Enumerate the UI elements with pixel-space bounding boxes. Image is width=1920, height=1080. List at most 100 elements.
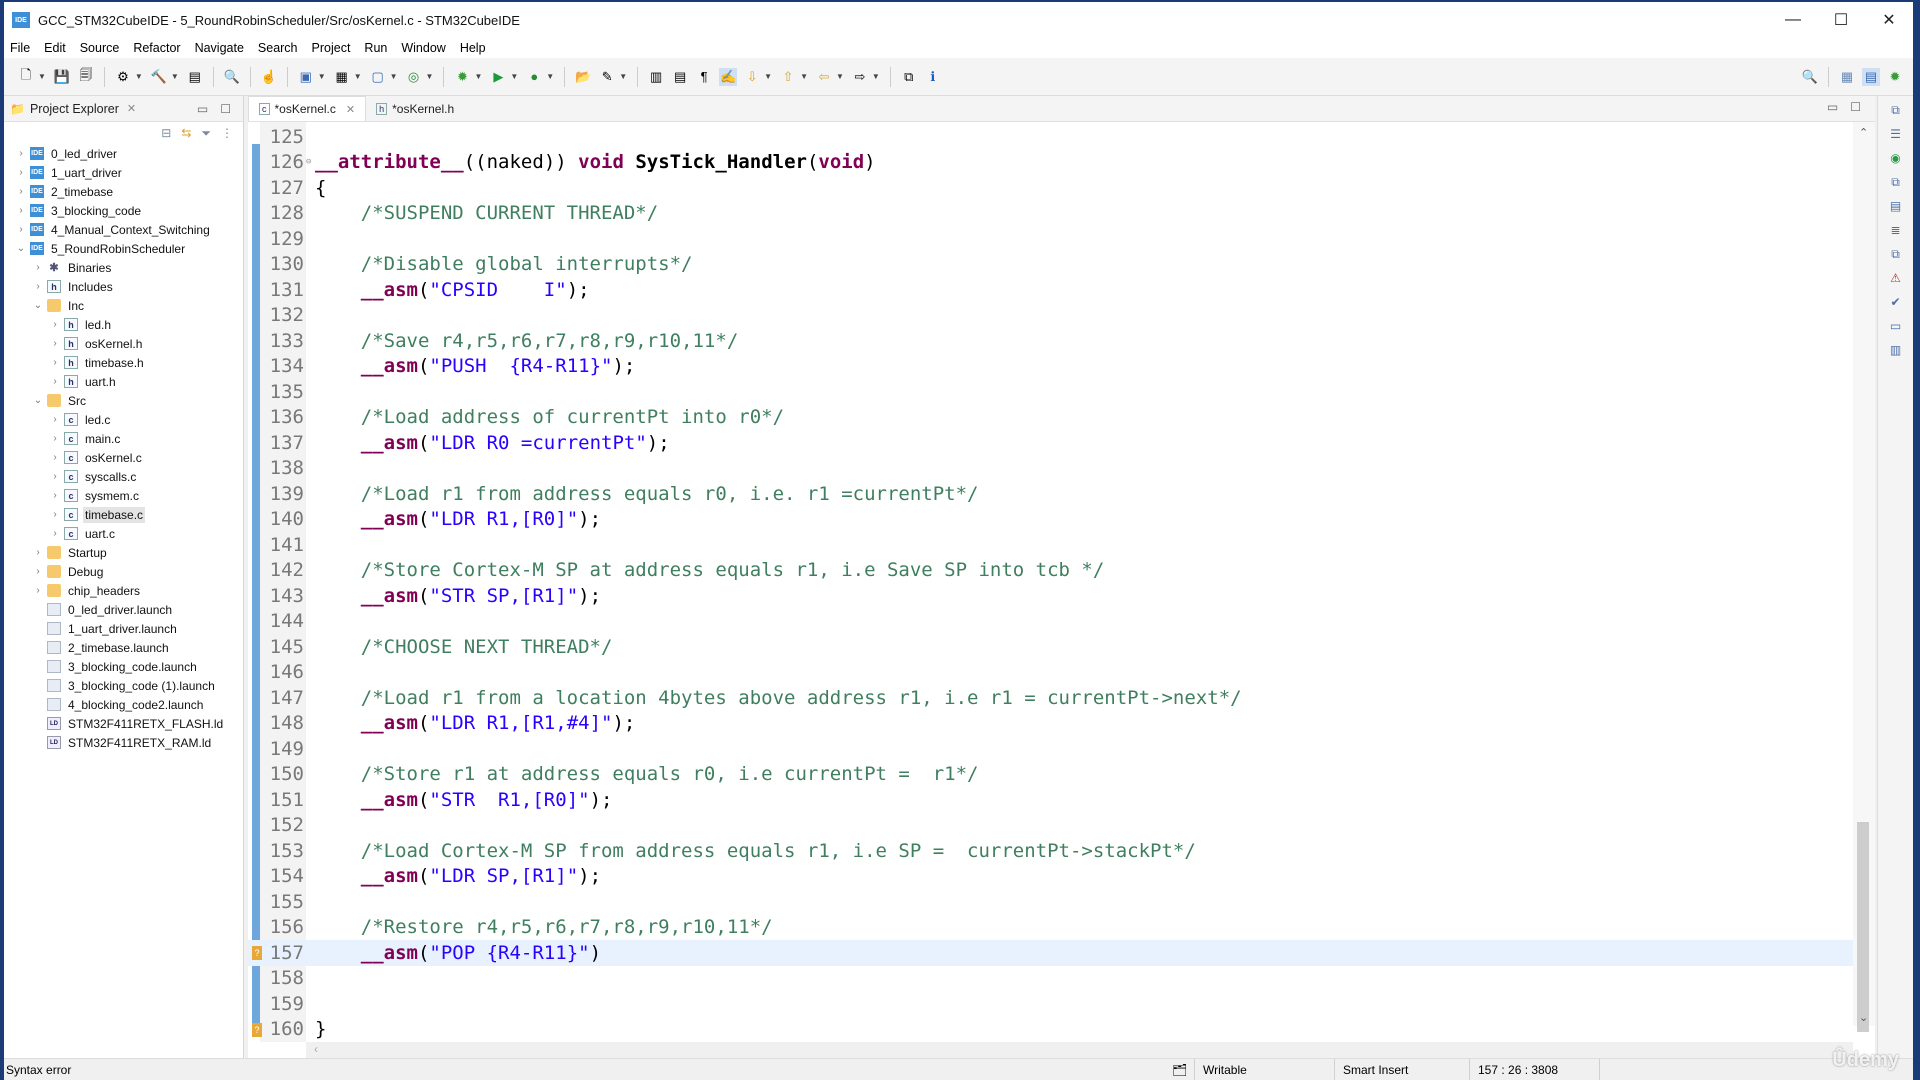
tree-item[interactable]: › c main.c xyxy=(4,429,243,448)
debug-bug-icon[interactable]: ✹ xyxy=(453,68,471,86)
tree-item[interactable]: › c syscalls.c xyxy=(4,467,243,486)
insert-mode-status[interactable]: Smart Insert xyxy=(1334,1059,1469,1080)
tree-item[interactable]: › IDE 4_Manual_Context_Switching xyxy=(4,220,243,239)
code-line[interactable]: 150 /*Store r1 at address equals r0, i.e… xyxy=(248,762,1853,788)
tree-item[interactable]: LD STM32F411RETX_RAM.ld xyxy=(4,733,243,752)
back-dropdown-icon[interactable]: ▼ xyxy=(836,72,844,81)
highlight-icon[interactable]: ✍ xyxy=(719,67,738,86)
chevron-right-icon[interactable]: › xyxy=(48,528,62,539)
debug-bug-dropdown-icon[interactable]: ▼ xyxy=(474,72,482,81)
maximize-view-icon[interactable]: ☐ xyxy=(220,102,231,116)
chevron-right-icon[interactable]: › xyxy=(14,186,28,197)
new-c-file-dropdown-icon[interactable]: ▼ xyxy=(390,72,398,81)
tree-item[interactable]: › Startup xyxy=(4,543,243,562)
new-c-project-dropdown-icon[interactable]: ▼ xyxy=(318,72,326,81)
layout-icon[interactable]: ▥ xyxy=(1888,342,1904,358)
memory-icon[interactable]: ▤ xyxy=(1888,198,1904,214)
maximize-button[interactable]: ☐ xyxy=(1817,2,1865,38)
back-icon[interactable]: ⇦ xyxy=(815,68,833,86)
sfr-icon[interactable]: ≣ xyxy=(1888,222,1904,238)
tree-item[interactable]: › c osKernel.c xyxy=(4,448,243,467)
close-button[interactable]: ✕ xyxy=(1865,2,1913,38)
debug-perspective-icon[interactable]: ✹ xyxy=(1886,68,1904,86)
chevron-right-icon[interactable]: › xyxy=(48,357,62,368)
menu-project[interactable]: Project xyxy=(312,41,351,55)
code-line[interactable]: 125 xyxy=(248,124,1853,150)
pilcrow-icon[interactable]: ¶ xyxy=(695,68,713,86)
link-with-editor-icon[interactable]: ⇆ xyxy=(181,126,191,140)
close-tab-icon[interactable]: ✕ xyxy=(346,103,355,116)
tree-item[interactable]: › h led.h xyxy=(4,315,243,334)
run-icon[interactable]: ▶ xyxy=(489,68,507,86)
fold-toggle-icon[interactable]: ⊖ xyxy=(306,157,315,167)
scrollbar-thumb[interactable] xyxy=(1857,822,1869,1032)
chevron-right-icon[interactable]: › xyxy=(31,262,45,273)
menu-help[interactable]: Help xyxy=(460,41,486,55)
restore-icon-3[interactable]: ⧉ xyxy=(1888,246,1904,262)
tree-item[interactable]: › h Includes xyxy=(4,277,243,296)
forward-dropdown-icon[interactable]: ▼ xyxy=(872,72,880,81)
chevron-right-icon[interactable]: › xyxy=(14,167,28,178)
tree-item[interactable]: ⌄ IDE 5_RoundRobinScheduler xyxy=(4,239,243,258)
chevron-right-icon[interactable]: › xyxy=(14,205,28,216)
chevron-right-icon[interactable]: › xyxy=(48,490,62,501)
close-view-icon[interactable]: ✕ xyxy=(127,102,136,115)
code-line[interactable]: 158 xyxy=(248,966,1853,992)
code-line[interactable]: 147 /*Load r1 from a location 4bytes abo… xyxy=(248,685,1853,711)
outline-icon[interactable]: ☰ xyxy=(1888,126,1904,142)
code-line[interactable]: 146 xyxy=(248,660,1853,686)
pen-icon[interactable]: ✎ xyxy=(598,68,616,86)
build-hammer-dropdown-icon[interactable]: ▼ xyxy=(171,72,179,81)
restore-icon-2[interactable]: ⧉ xyxy=(1888,174,1904,190)
code-line[interactable]: 148 __asm("LDR R1,[R1,#4]"); xyxy=(248,711,1853,737)
minimize-view-icon[interactable]: ▭ xyxy=(197,102,208,116)
project-explorer-tab[interactable]: Project Explorer xyxy=(30,102,119,116)
tree-item[interactable]: › c sysmem.c xyxy=(4,486,243,505)
code-line[interactable]: 152 xyxy=(248,813,1853,839)
tree-item[interactable]: › h uart.h xyxy=(4,372,243,391)
tree-item[interactable]: › IDE 1_uart_driver xyxy=(4,163,243,182)
build-config-icon[interactable]: ⚙ xyxy=(114,68,132,86)
tree-item[interactable]: 3_blocking_code (1).launch xyxy=(4,676,243,695)
tree-item[interactable]: 3_blocking_code.launch xyxy=(4,657,243,676)
tree-item[interactable]: › IDE 0_led_driver xyxy=(4,144,243,163)
c-perspective-icon[interactable]: ▤ xyxy=(1862,67,1880,86)
tree-item[interactable]: › h osKernel.h xyxy=(4,334,243,353)
code-line[interactable]: 128 /*SUSPEND CURRENT THREAD*/ xyxy=(248,201,1853,227)
tree-item[interactable]: › c led.c xyxy=(4,410,243,429)
tree-item[interactable]: 2_timebase.launch xyxy=(4,638,243,657)
external-tools-icon[interactable]: ● xyxy=(525,68,543,86)
prev-annotation-dropdown-icon[interactable]: ▼ xyxy=(800,72,808,81)
horizontal-scrollbar[interactable]: ‹ xyxy=(306,1042,1853,1058)
binary-icon[interactable]: ▤ xyxy=(186,68,204,86)
block-icon[interactable]: ▤ xyxy=(671,68,689,86)
open-folder-icon[interactable]: 📂 xyxy=(574,68,592,86)
menu-edit[interactable]: Edit xyxy=(44,41,66,55)
new-class-icon[interactable]: ◎ xyxy=(405,68,423,86)
fault-analyzer-icon[interactable]: ⚠ xyxy=(1888,270,1904,286)
new-c-project-icon[interactable]: ▣ xyxy=(297,68,315,86)
chevron-down-icon[interactable]: ⌄ xyxy=(31,395,45,406)
code-line[interactable]: 145 /*CHOOSE NEXT THREAD*/ xyxy=(248,634,1853,660)
chevron-down-icon[interactable]: ⌄ xyxy=(14,243,28,254)
pen-dropdown-icon[interactable]: ▼ xyxy=(619,72,627,81)
code-line[interactable]: 137 __asm("LDR R0 =currentPt"); xyxy=(248,430,1853,456)
code-line[interactable]: 159 xyxy=(248,991,1853,1017)
code-line[interactable]: 129 xyxy=(248,226,1853,252)
tree-item[interactable]: › ✱ Binaries xyxy=(4,258,243,277)
filter-icon[interactable]: ⏷ xyxy=(201,126,211,141)
new-dropdown-icon[interactable]: ▼ xyxy=(38,72,46,81)
toggle-mark-icon[interactable]: ▥ xyxy=(647,68,665,86)
tree-item[interactable]: › chip_headers xyxy=(4,581,243,600)
code-line[interactable]: 134 __asm("PUSH {R4-R11}"); xyxy=(248,354,1853,380)
build-config-dropdown-icon[interactable]: ▼ xyxy=(135,72,143,81)
search-icon[interactable]: 🔍 xyxy=(1801,68,1819,86)
prev-annotation-icon[interactable]: ⇧ xyxy=(779,68,797,86)
warning-marker-icon[interactable]: ? xyxy=(252,946,262,960)
menu-search[interactable]: Search xyxy=(258,41,298,55)
warning-marker-icon[interactable]: ? xyxy=(252,1022,262,1037)
console-icon[interactable]: ▭ xyxy=(1888,318,1904,334)
chevron-down-icon[interactable]: ⌄ xyxy=(31,300,45,311)
editor-tab[interactable]: c *osKernel.c ✕ xyxy=(248,96,367,121)
maximize-editor-icon[interactable]: ☐ xyxy=(1850,100,1861,114)
